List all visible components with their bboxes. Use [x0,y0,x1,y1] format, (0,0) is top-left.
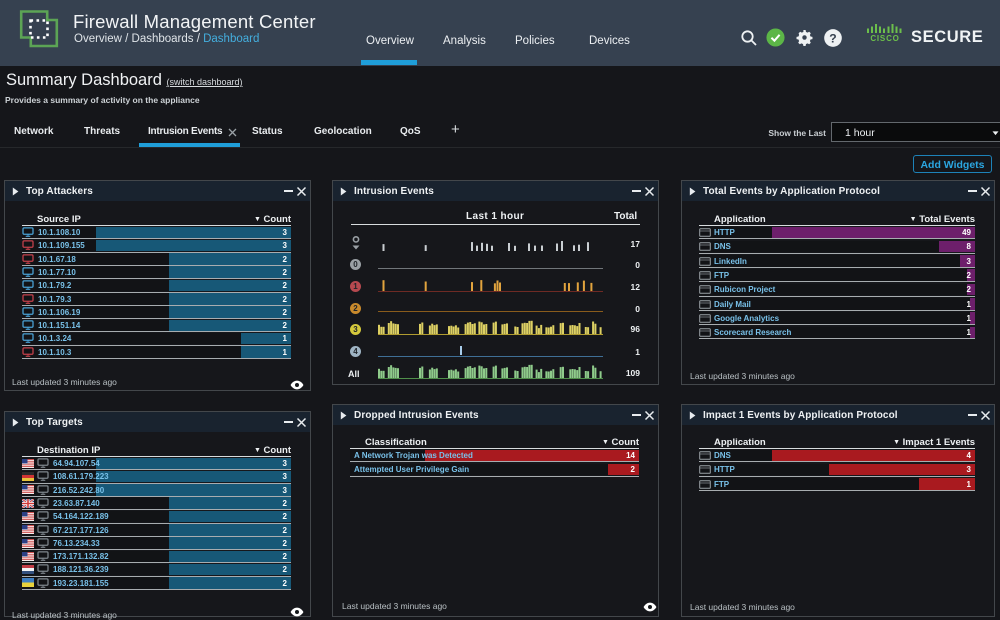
svg-text:?: ? [829,31,836,45]
